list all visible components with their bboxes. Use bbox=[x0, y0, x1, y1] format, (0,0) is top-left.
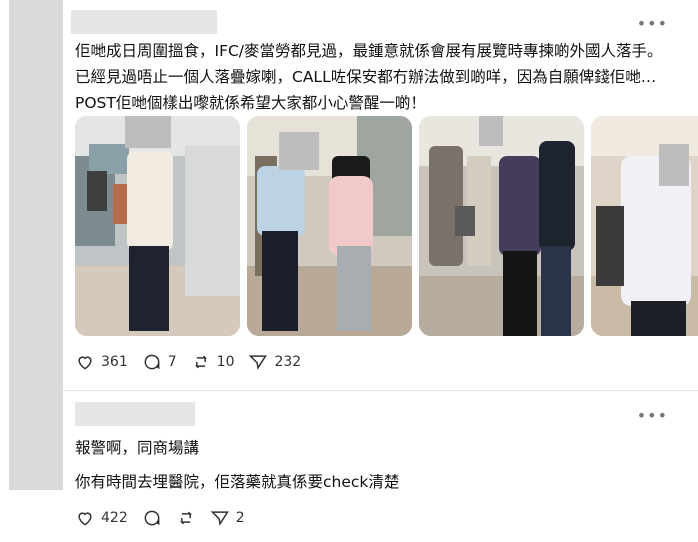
reply-username-redacted bbox=[75, 402, 195, 426]
share-count: 232 bbox=[274, 354, 302, 370]
photo-3-image bbox=[419, 116, 584, 336]
post: ••• 佢哋成日周圍搵食，IFC/麥當勞都見過，最鍾意就係會展有展覽時專揀啲外國… bbox=[63, 0, 698, 390]
reply-more-icon[interactable]: ••• bbox=[637, 406, 668, 425]
photo-1[interactable] bbox=[75, 116, 240, 336]
like-count: 361 bbox=[101, 354, 128, 370]
post-actions: 361 7 10 232 bbox=[75, 352, 301, 372]
reply-share-button[interactable]: 2 bbox=[210, 508, 245, 528]
reply-share-count: 2 bbox=[235, 510, 245, 526]
username-redacted bbox=[71, 10, 217, 34]
divider bbox=[63, 390, 698, 391]
repost-icon bbox=[179, 511, 192, 525]
comment-button[interactable]: 7 bbox=[142, 352, 177, 372]
reply: ••• 報警啊，同商場講 你有時間去埋醫院，佢落藥就真係要check清楚 422… bbox=[63, 392, 698, 542]
reply-like-button[interactable]: 422 bbox=[75, 508, 128, 528]
repost-count: 10 bbox=[216, 354, 235, 370]
photo-4[interactable] bbox=[591, 116, 698, 336]
like-button[interactable]: 361 bbox=[75, 352, 128, 372]
share-icon bbox=[210, 511, 229, 526]
repost-button[interactable]: 10 bbox=[191, 352, 235, 372]
share-icon bbox=[249, 355, 268, 370]
heart-icon bbox=[78, 356, 92, 370]
repost-icon bbox=[194, 355, 207, 369]
photo-2[interactable] bbox=[247, 116, 412, 336]
reply-line-1: 報警啊，同商場講 bbox=[75, 439, 200, 457]
photo-2-image bbox=[247, 116, 412, 336]
comment-icon bbox=[144, 510, 160, 526]
photo-carousel[interactable] bbox=[75, 116, 698, 336]
reply-actions: 422 2 bbox=[75, 508, 245, 528]
reply-line-2: 你有時間去埋醫院，佢落藥就真係要check清楚 bbox=[75, 473, 400, 491]
photo-1-image bbox=[75, 116, 240, 336]
reply-repost-button[interactable] bbox=[176, 508, 196, 528]
share-button[interactable]: 232 bbox=[248, 352, 301, 372]
photo-3[interactable] bbox=[419, 116, 584, 336]
heart-icon bbox=[78, 512, 92, 526]
reply-like-count: 422 bbox=[101, 510, 128, 526]
post-text: 佢哋成日周圍搵食，IFC/麥當勞都見過，最鍾意就係會展有展覽時專揀啲外國人落手。… bbox=[75, 42, 663, 112]
comment-count: 7 bbox=[167, 354, 177, 370]
more-icon[interactable]: ••• bbox=[637, 14, 668, 33]
photo-4-image bbox=[591, 116, 698, 336]
left-rail bbox=[9, 0, 63, 490]
reply-comment-button[interactable] bbox=[142, 508, 162, 528]
comment-icon bbox=[144, 354, 160, 370]
